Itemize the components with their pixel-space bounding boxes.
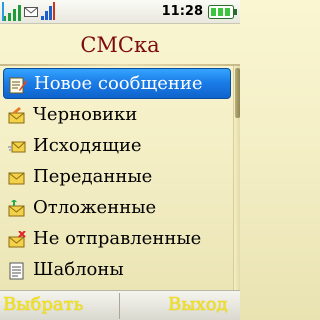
softkey-divider — [119, 293, 120, 319]
signal-bars-icon — [2, 2, 24, 26]
templates-icon — [8, 262, 26, 280]
menu-item-label: Черновики — [33, 104, 138, 125]
menu-item-outbox[interactable]: Исходящие — [3, 131, 231, 162]
menu-item-label: Не отправленные — [33, 228, 202, 249]
menu-item-label: Исходящие — [33, 135, 142, 156]
scheduled-icon — [8, 199, 26, 218]
menu-item-templates[interactable]: Шаблоны — [3, 255, 231, 286]
menu-item-label: Переданные — [33, 166, 153, 187]
title-divider — [0, 64, 240, 66]
menu-scrollbar[interactable] — [233, 66, 240, 290]
menu-item-scheduled[interactable]: Отложенные — [3, 193, 231, 224]
cell-signal-icon — [40, 1, 56, 25]
page-title: СМСка — [80, 33, 160, 57]
unsent-icon — [8, 230, 26, 249]
menu-item-label: Шаблоны — [33, 259, 124, 280]
menu-item-sent[interactable]: Переданные — [3, 162, 231, 193]
menu-item-new-message[interactable]: Новое сообщение — [3, 68, 231, 99]
select-softkey[interactable]: Выбрать — [3, 294, 83, 315]
menu-item-label: Новое сообщение — [34, 73, 203, 94]
sent-icon — [8, 169, 26, 187]
status-bar: 11:28 — [0, 0, 240, 24]
status-time: 11:28 — [161, 4, 203, 19]
menu-item-unsent[interactable]: Не отправленные — [3, 224, 231, 255]
outbox-icon — [8, 138, 26, 156]
scrollbar-thumb[interactable] — [235, 68, 240, 118]
exit-softkey[interactable]: Выход — [168, 294, 228, 315]
menu-item-drafts[interactable]: Черновики — [3, 100, 231, 131]
softkey-bar: Выбрать Выход — [0, 290, 240, 320]
drafts-icon — [8, 107, 26, 125]
new-message-icon — [9, 76, 27, 94]
battery-icon — [208, 4, 238, 24]
menu-item-label: Отложенные — [33, 197, 157, 218]
message-envelope-icon — [24, 4, 38, 23]
